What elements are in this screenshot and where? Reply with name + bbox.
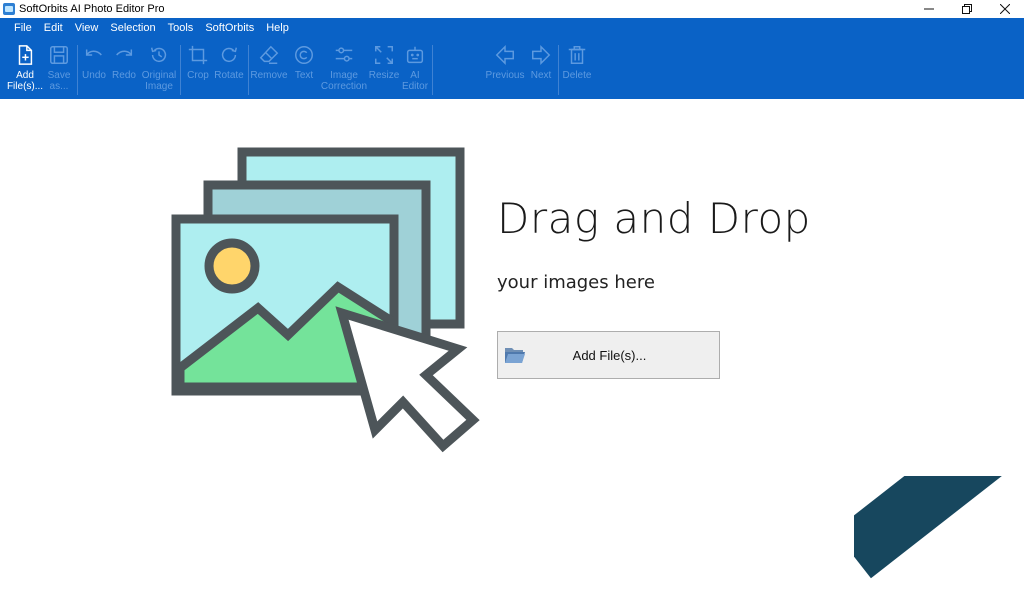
minimize-button[interactable]: [910, 0, 948, 18]
undo-label: Undo: [82, 70, 106, 81]
menu-view[interactable]: View: [69, 20, 105, 36]
minimize-icon: [924, 8, 934, 10]
window-title: SoftOrbits AI Photo Editor Pro: [19, 3, 165, 15]
save-icon: [47, 43, 71, 67]
menu-file[interactable]: File: [8, 20, 38, 36]
toolbar: Add File(s)... Save as... Undo Redo Orig…: [0, 41, 1024, 97]
save-as-label-2: as...: [49, 81, 69, 92]
menu-softorbits[interactable]: SoftOrbits: [199, 20, 260, 36]
rotate-label: Rotate: [214, 70, 244, 81]
undo-icon: [82, 43, 106, 67]
crop-button[interactable]: Crop: [184, 41, 212, 97]
resize-icon: [372, 43, 396, 67]
crop-label: Crop: [187, 70, 209, 81]
watermark: XenVn.Com: [854, 476, 1024, 606]
toolbar-separator: [248, 45, 249, 95]
ribbon: File Edit View Selection Tools SoftOrbit…: [0, 18, 1024, 99]
image-correction-label-1: Image: [330, 70, 358, 81]
original-image-label-2: Image: [145, 81, 173, 92]
delete-label: Delete: [562, 70, 592, 81]
original-image-button[interactable]: Original Image: [140, 41, 178, 97]
menu-bar: File Edit View Selection Tools SoftOrbit…: [8, 20, 295, 36]
add-file-icon: [13, 43, 37, 67]
resize-label: Resize: [368, 70, 400, 81]
image-correction-button[interactable]: Image Correction: [320, 41, 368, 97]
remove-button[interactable]: Remove: [250, 41, 288, 97]
undo-button[interactable]: Undo: [80, 41, 108, 97]
original-image-label-1: Original: [141, 70, 177, 81]
add-files-label-1: Add: [16, 70, 34, 81]
menu-selection[interactable]: Selection: [104, 20, 161, 36]
dropzone-subline: your images here: [497, 272, 655, 293]
title-bar: SoftOrbits AI Photo Editor Pro: [0, 0, 1024, 18]
redo-button[interactable]: Redo: [110, 41, 138, 97]
menu-help[interactable]: Help: [260, 20, 295, 36]
trash-icon: [565, 43, 589, 67]
text-button[interactable]: Text: [289, 41, 319, 97]
add-files-label-2: File(s)...: [6, 81, 44, 92]
robot-icon: [403, 43, 427, 67]
redo-label: Redo: [112, 70, 136, 81]
toolbar-separator: [77, 45, 78, 95]
previous-label: Previous: [485, 70, 525, 81]
save-as-button[interactable]: Save as...: [44, 41, 74, 97]
next-label: Next: [530, 70, 552, 81]
ai-editor-label-1: AI: [410, 70, 420, 81]
crop-icon: [186, 43, 210, 67]
toolbar-separator: [432, 45, 433, 95]
toolbar-separator: [180, 45, 181, 95]
text-label: Text: [294, 70, 314, 81]
restore-icon: [962, 4, 972, 14]
previous-button[interactable]: Previous: [486, 41, 524, 97]
redo-icon: [112, 43, 136, 67]
remove-label: Remove: [250, 70, 288, 81]
sliders-icon: [332, 43, 356, 67]
app-logo-icon: [3, 3, 15, 15]
ai-editor-label-2: Editor: [401, 81, 429, 92]
menu-tools[interactable]: Tools: [162, 20, 200, 36]
rotate-icon: [217, 43, 241, 67]
resize-button[interactable]: Resize: [369, 41, 399, 97]
history-icon: [147, 43, 171, 67]
text-icon: [292, 43, 316, 67]
add-files-dropzone-label: Add File(s)...: [572, 347, 647, 363]
menu-edit[interactable]: Edit: [38, 20, 69, 36]
add-files-dropzone-button[interactable]: Add File(s)...: [497, 331, 720, 379]
toolbar-separator: [558, 45, 559, 95]
drop-images-illustration: [171, 147, 480, 453]
add-files-button[interactable]: Add File(s)...: [6, 41, 44, 97]
arrow-right-icon: [529, 43, 553, 67]
close-icon: [1000, 4, 1010, 14]
next-button[interactable]: Next: [527, 41, 555, 97]
delete-button[interactable]: Delete: [561, 41, 593, 97]
arrow-left-icon: [493, 43, 517, 67]
dropzone-headline: Drag and Drop: [497, 194, 811, 243]
ai-editor-button[interactable]: AI Editor: [400, 41, 430, 97]
close-button[interactable]: [986, 0, 1024, 18]
rotate-button[interactable]: Rotate: [213, 41, 245, 97]
image-correction-label-2: Correction: [320, 81, 368, 92]
restore-button[interactable]: [948, 0, 986, 18]
eraser-icon: [257, 43, 281, 67]
save-as-label-1: Save: [47, 70, 71, 81]
